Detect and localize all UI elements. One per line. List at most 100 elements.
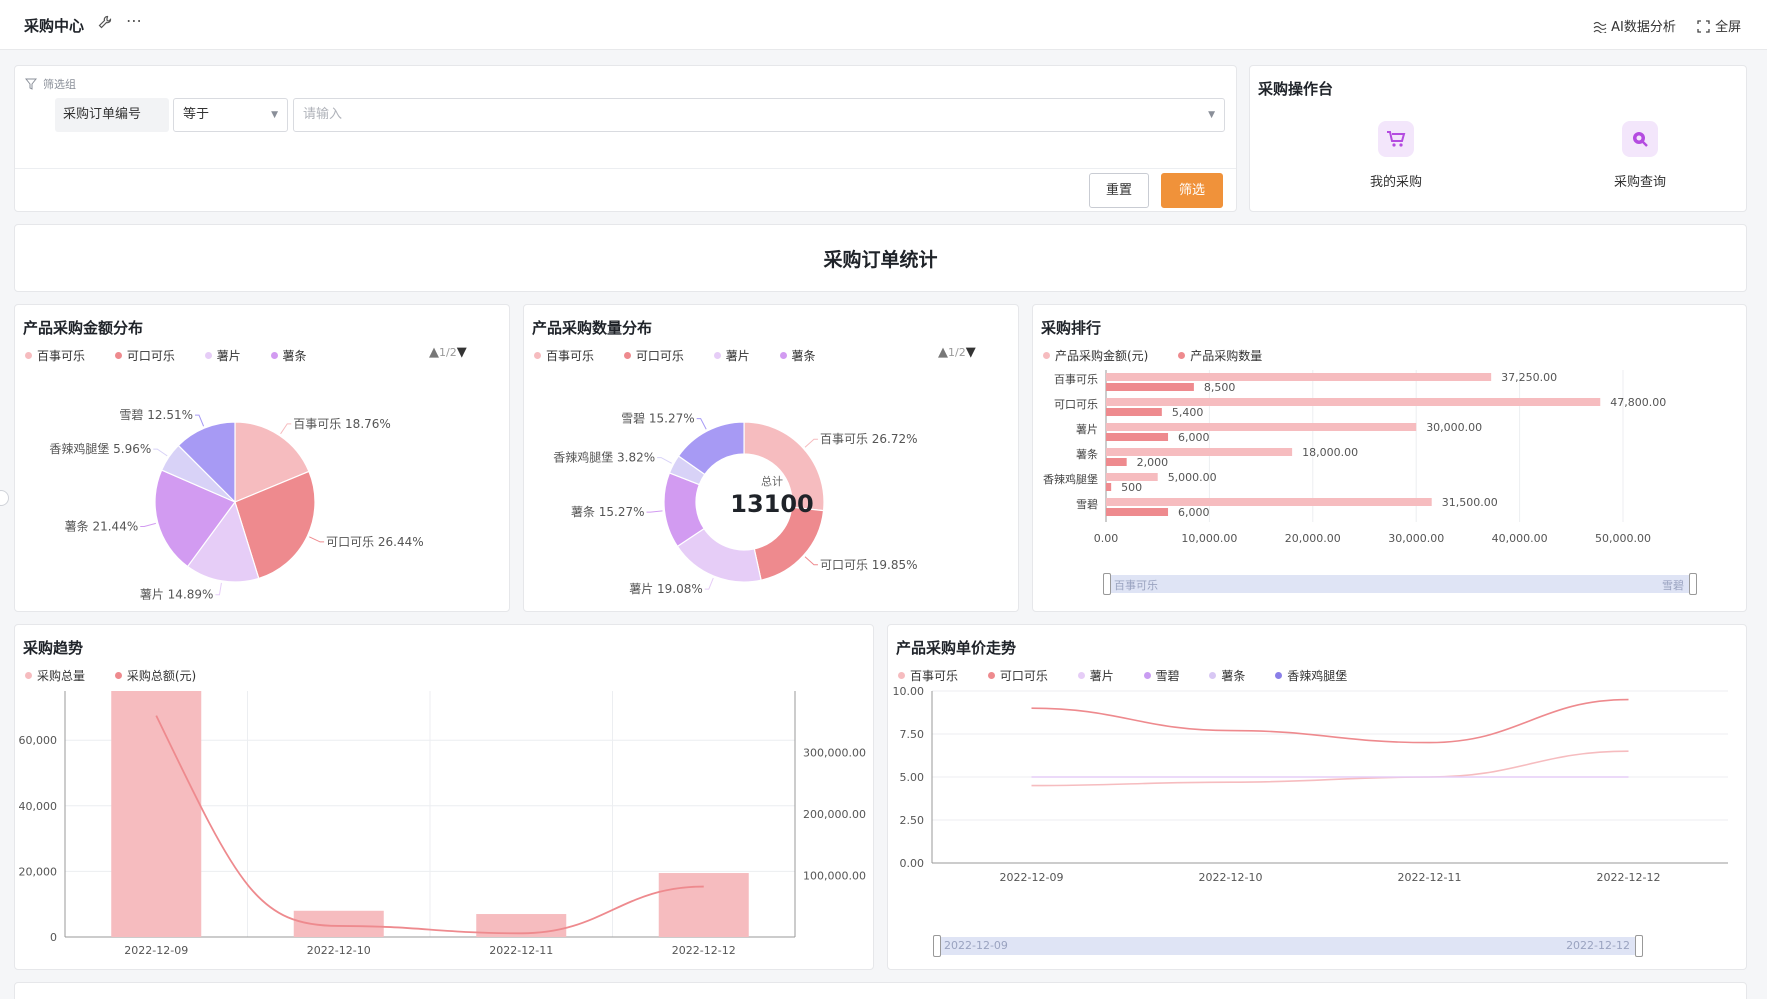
zoom-handle-left[interactable] — [933, 935, 941, 957]
my-purchase-button[interactable]: 我的采购 — [1351, 121, 1441, 190]
purchase-query-label: 采购查询 — [1613, 175, 1666, 190]
x-tick-label: 2022-12-10 — [1199, 871, 1263, 884]
bar-amount-label: 31,500.00 — [1442, 496, 1498, 509]
y-tick-label: 薯片 — [1076, 423, 1098, 436]
legend-item[interactable]: 百事可乐 — [25, 347, 85, 364]
legend-item[interactable]: 薯条 — [270, 347, 307, 364]
funnel-icon — [24, 75, 38, 94]
legend-item[interactable]: 可口可乐 — [623, 347, 684, 364]
bar-quantity-label: 8,500 — [1204, 381, 1236, 394]
legend-item[interactable]: 薯条 — [779, 347, 816, 364]
search-icon — [1622, 121, 1658, 157]
filter-field-label: 采购订单编号 — [55, 98, 169, 132]
x-tick-label: 2022-12-09 — [124, 944, 188, 957]
triangle-down-icon[interactable]: ▼ — [457, 345, 467, 360]
bar-amount — [1106, 498, 1432, 506]
unit-price-card: 产品采购单价走势 百事可乐 可口可乐 薯片 雪碧 薯条 香辣鸡腿堡 0.00 2.… — [887, 624, 1747, 970]
triangle-up-icon[interactable]: ▲ — [938, 345, 948, 360]
cart-icon — [1378, 121, 1414, 157]
y-tick-label: 可口可乐 — [1054, 398, 1098, 411]
legend-item[interactable]: 可口可乐 — [114, 347, 175, 364]
price-line — [1031, 750, 1629, 787]
zoom-end-label: 2022-12-12 — [1566, 939, 1630, 952]
bar-amount-label: 18,000.00 — [1302, 446, 1358, 459]
x-tick-label: 0.00 — [1094, 532, 1119, 545]
x-tick-label: 20,000.00 — [1285, 532, 1341, 545]
pie-label-line — [140, 522, 156, 527]
unit-price-chart: 0.00 2.50 5.00 7.50 10.00 2022-12-09 2022-12-1… — [893, 687, 1728, 884]
legend-item[interactable]: 薯片 — [713, 347, 750, 364]
trend-title: 采购趋势 — [23, 639, 84, 657]
price-line — [1031, 698, 1629, 744]
wrench-icon[interactable] — [98, 15, 112, 33]
legend-item[interactable]: 可口可乐 — [987, 667, 1048, 684]
triangle-down-icon[interactable]: ▼ — [966, 345, 976, 360]
pie-label-line — [215, 582, 222, 596]
fullscreen-icon — [1697, 20, 1711, 37]
trend-legend: 采购总量 采购总额(元) — [25, 667, 222, 684]
legend-item[interactable]: 采购总量 — [25, 667, 85, 684]
bar-quantity — [1106, 408, 1162, 416]
zoom-start-label: 百事可乐 — [1114, 579, 1158, 592]
ranking-legend: 产品采购金额(元) 产品采购数量 — [1043, 347, 1288, 364]
dashboard-title-card: 采购订单统计 — [14, 224, 1747, 292]
pie-slice-label: 薯片 14.89% — [140, 588, 214, 602]
y-left-tick-label: 40,000 — [19, 800, 58, 813]
legend-item[interactable]: 百事可乐 — [898, 667, 958, 684]
bar-quantity-label: 500 — [1121, 481, 1142, 494]
qty-donut-title: 产品采购数量分布 — [532, 319, 653, 337]
pie-slice-label: 百事可乐 26.72% — [820, 432, 918, 446]
zoom-handle-right[interactable] — [1635, 935, 1643, 957]
unit-price-legend: 百事可乐 可口可乐 薯片 雪碧 薯条 香辣鸡腿堡 — [898, 667, 1373, 684]
legend-pager: ▲1/2▼ — [429, 345, 467, 360]
pie-label-line — [309, 536, 325, 543]
x-tick-label: 2022-12-10 — [307, 944, 371, 957]
bar-amount-label: 5,000.00 — [1168, 471, 1217, 484]
legend-item[interactable]: 薯条 — [1209, 667, 1245, 684]
x-tick-label: 50,000.00 — [1595, 532, 1651, 545]
bar-amount — [1106, 448, 1293, 456]
order-number-input[interactable]: 请输入 ▼ — [293, 98, 1225, 132]
legend-item[interactable]: 采购总额(元) — [114, 667, 196, 684]
unit-price-zoom-slider[interactable]: 2022-12-09 2022-12-12 — [933, 935, 1643, 957]
donut-center-value: 13100 — [730, 490, 814, 518]
ranking-zoom-slider[interactable]: 百事可乐 雪碧 — [1103, 573, 1697, 595]
y-tick-label: 10.00 — [893, 687, 925, 698]
pie-slice-label: 薯片 19.08% — [629, 582, 703, 596]
more-icon[interactable]: ⋯ — [126, 11, 142, 30]
triangle-up-icon[interactable]: ▲ — [429, 345, 439, 360]
reset-button[interactable]: 重置 — [1089, 173, 1149, 208]
legend-item[interactable]: 百事可乐 — [534, 347, 594, 364]
amount-pie-title: 产品采购金额分布 — [23, 319, 144, 337]
pie-label-line — [804, 556, 818, 566]
legend-item[interactable]: 产品采购金额(元) — [1043, 347, 1148, 364]
legend-item[interactable]: 雪碧 — [1143, 667, 1180, 684]
next-section-card — [14, 982, 1747, 999]
legend-item[interactable]: 薯片 — [204, 347, 241, 364]
bar-amount — [1106, 473, 1158, 481]
purchase-query-button[interactable]: 采购查询 — [1595, 121, 1685, 190]
zoom-handle-right[interactable] — [1689, 573, 1697, 595]
side-expand-handle[interactable] — [0, 490, 9, 506]
ai-analysis-button[interactable]: AI数据分析 — [1593, 16, 1676, 37]
legend-item[interactable]: 香辣鸡腿堡 — [1275, 667, 1347, 684]
qty-donut-legend: 百事可乐 可口可乐 薯片 薯条 — [534, 347, 842, 364]
zoom-handle-left[interactable] — [1103, 573, 1111, 595]
amount-pie-card: 产品采购金额分布 百事可乐 可口可乐 薯片 薯条 ▲1/2▼ 百事可乐 18.7… — [14, 304, 510, 612]
trend-bar — [111, 691, 202, 937]
bar-amount-label: 30,000.00 — [1426, 421, 1482, 434]
ranking-title: 采购排行 — [1041, 319, 1102, 337]
legend-item[interactable]: 产品采购数量 — [1178, 347, 1262, 364]
pie-slice-label: 可口可乐 19.85% — [820, 558, 918, 572]
ai-wave-icon — [1593, 21, 1607, 37]
fullscreen-button[interactable]: 全屏 — [1697, 16, 1741, 37]
donut-center-label: 总计 — [761, 474, 783, 488]
legend-item[interactable]: 薯片 — [1077, 667, 1114, 684]
filter-button[interactable]: 筛选 — [1161, 173, 1223, 208]
y-tick-label: 2.50 — [900, 814, 925, 827]
operations-title: 采购操作台 — [1258, 80, 1334, 98]
operator-select[interactable]: 等于 ▼ — [173, 98, 288, 132]
pie-slice-label: 香辣鸡腿堡 5.96% — [49, 441, 151, 456]
y-right-tick-label: 200,000.00 — [803, 808, 866, 821]
y-tick-label: 7.50 — [900, 728, 925, 741]
